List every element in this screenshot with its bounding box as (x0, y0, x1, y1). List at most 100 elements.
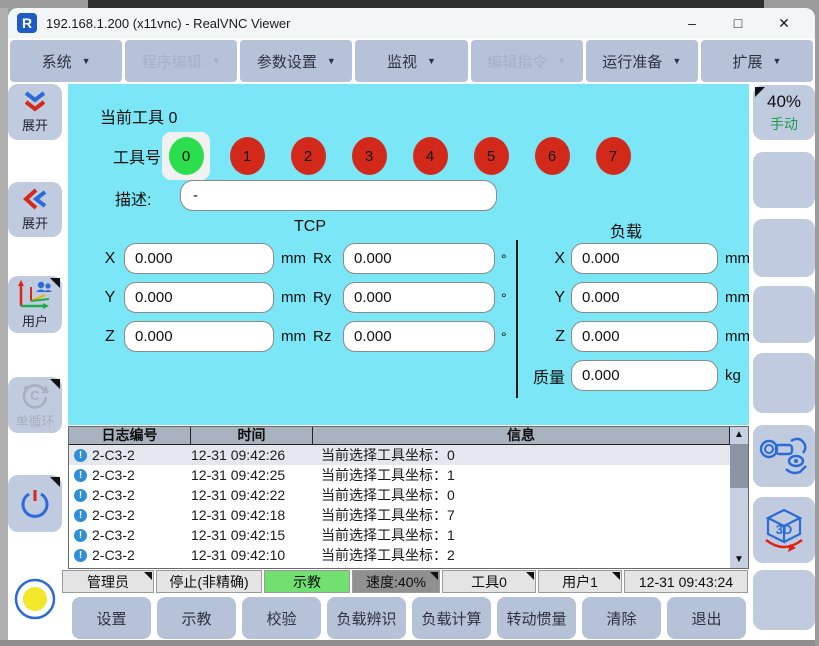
status-bar: 管理员 停止(非精确) 示教 速度:40% 工具0 用户1 12-31 09:4… (62, 570, 752, 593)
log-time: 12-31 09:42:15 (191, 527, 313, 543)
window-controls: – □ ✕ (669, 8, 807, 38)
tcp-rz-input[interactable] (343, 321, 495, 352)
speed-mode-button[interactable]: 40% 手动 (753, 85, 815, 140)
power-button[interactable] (8, 475, 62, 532)
view-3d-button[interactable]: 3D (753, 497, 815, 563)
axis-label: X (523, 250, 565, 268)
scroll-down-icon[interactable]: ▼ (730, 552, 748, 568)
menu-program-edit[interactable]: 程序编辑▼ (125, 40, 237, 82)
log-message: 当前选择工具坐标：7 (313, 505, 730, 525)
power-icon (18, 487, 52, 521)
menu-label: 运行准备 (602, 51, 662, 72)
current-tool-label: 当前工具 0 (100, 104, 177, 128)
tcp-row-x: X mm Rx ° (96, 243, 507, 274)
menu-edit-command[interactable]: 编辑指令▼ (471, 40, 583, 82)
log-message: 当前选择工具坐标：2 (313, 545, 730, 565)
load-calculate-button[interactable]: 负载计算 (412, 597, 491, 639)
status-user-role[interactable]: 管理员 (62, 570, 154, 593)
load-mass-input[interactable] (571, 360, 718, 391)
maximize-button[interactable]: □ (715, 8, 761, 38)
log-row[interactable]: ! 2-C3-2 12-31 09:42:18 当前选择工具坐标：7 (69, 505, 748, 525)
menu-system[interactable]: 系统▼ (10, 40, 122, 82)
menu-label: 程序编辑 (142, 51, 202, 72)
record-button[interactable] (8, 570, 62, 627)
log-row[interactable]: ! 2-C3-2 12-31 09:42:10 当前选择工具坐标：2 (69, 545, 748, 565)
settings-button[interactable]: 设置 (72, 597, 151, 639)
tool-circle: 5 (474, 137, 509, 175)
load-y-input[interactable] (571, 282, 718, 313)
menu-monitor[interactable]: 监视▼ (355, 40, 467, 82)
log-time: 12-31 09:42:22 (191, 487, 313, 503)
tool-settings-panel: 当前工具 0 工具号 0 1 2 3 4 5 6 7 描述: TCP 负载 X … (68, 84, 749, 425)
exit-button[interactable]: 退出 (667, 597, 746, 639)
load-x-input[interactable] (571, 243, 718, 274)
column-header-time: 时间 (191, 427, 313, 444)
description-label: 描述: (115, 186, 151, 210)
verify-button[interactable]: 校验 (242, 597, 321, 639)
menu-extend[interactable]: 扩展▼ (701, 40, 813, 82)
menu-parameter-settings[interactable]: 参数设置▼ (240, 40, 352, 82)
inertia-button[interactable]: 转动惯量 (497, 597, 576, 639)
load-row-x: X mm (523, 243, 750, 274)
log-row[interactable]: ! 2-C3-2 12-31 09:42:22 当前选择工具坐标：0 (69, 485, 748, 505)
log-row[interactable]: ! 2-C3-2 12-31 09:42:25 当前选择工具坐标：1 (69, 465, 748, 485)
description-input[interactable] (180, 180, 497, 211)
minimize-button[interactable]: – (669, 8, 715, 38)
double-chevron-left-icon (22, 187, 48, 211)
tool-6-button[interactable]: 6 (528, 132, 576, 180)
menu-label: 编辑指令 (487, 51, 547, 72)
tool-1-button[interactable]: 1 (223, 132, 271, 180)
background-window-fragment (88, 0, 764, 8)
tcp-z-input[interactable] (124, 321, 274, 352)
load-row-y: Y mm (523, 282, 750, 313)
close-button[interactable]: ✕ (761, 8, 807, 38)
right-sidebar-empty-button-4[interactable] (753, 353, 815, 413)
hand-guide-button[interactable] (753, 425, 815, 487)
tcp-rx-input[interactable] (343, 243, 495, 274)
title-bar: R 192.168.1.200 (x11vnc) - RealVNC Viewe… (8, 8, 815, 38)
tool-5-button[interactable]: 5 (467, 132, 515, 180)
tool-0-button[interactable]: 0 (162, 132, 210, 180)
svg-text:C: C (30, 388, 40, 403)
clear-button[interactable]: 清除 (582, 597, 661, 639)
load-identify-button[interactable]: 负载辨识 (327, 597, 406, 639)
right-sidebar-empty-button-1[interactable] (753, 152, 815, 208)
single-cycle-button[interactable]: C 单循环 (8, 377, 62, 433)
tcp-y-input[interactable] (124, 282, 274, 313)
scroll-up-icon[interactable]: ▲ (730, 427, 748, 443)
user-coordinate-button[interactable]: 用户 (8, 276, 62, 333)
axis-label: Rz (313, 328, 338, 345)
right-sidebar-empty-button-5[interactable] (753, 570, 815, 630)
log-row[interactable]: ! 2-C3-2 12-31 09:42:26 当前选择工具坐标：0 (69, 445, 748, 465)
expand-left-button[interactable]: 展开 (8, 182, 62, 237)
unit-label: mm (725, 250, 750, 267)
tool-2-button[interactable]: 2 (284, 132, 332, 180)
log-scrollbar[interactable]: ▲ ▼ (730, 427, 748, 568)
tool-circle: 3 (352, 137, 387, 175)
right-sidebar-empty-button-3[interactable] (753, 286, 815, 343)
tool-4-button[interactable]: 4 (406, 132, 454, 180)
log-time: 12-31 09:42:25 (191, 467, 313, 483)
status-user-frame[interactable]: 用户1 (538, 570, 622, 593)
menu-run-prepare[interactable]: 运行准备▼ (586, 40, 698, 82)
tool-7-button[interactable]: 7 (589, 132, 637, 180)
teach-button[interactable]: 示教 (157, 597, 236, 639)
load-z-input[interactable] (571, 321, 718, 352)
tool-3-button[interactable]: 3 (345, 132, 393, 180)
status-speed[interactable]: 速度:40% (352, 570, 440, 593)
right-sidebar-empty-button-2[interactable] (753, 219, 815, 277)
log-row[interactable]: ! 2-C3-2 12-31 09:42:15 当前选择工具坐标：1 (69, 525, 748, 545)
log-row[interactable]: ! 2-C3-2 12-31 09:42:07 当前选择工具坐标：1 (69, 565, 748, 569)
expand-down-button[interactable]: 展开 (8, 84, 62, 140)
column-header-log-id: 日志编号 (69, 427, 191, 444)
menu-label: 扩展 (732, 51, 762, 72)
axis-label: Ry (313, 289, 338, 306)
tcp-x-input[interactable] (124, 243, 274, 274)
status-tool[interactable]: 工具0 (442, 570, 536, 593)
unit-label: mm (281, 289, 306, 306)
log-message: 当前选择工具坐标：1 (313, 525, 730, 545)
cube-3d-icon: 3D (758, 506, 810, 554)
scrollbar-thumb[interactable] (730, 444, 748, 488)
tcp-ry-input[interactable] (343, 282, 495, 313)
axis-label: X (96, 250, 124, 268)
